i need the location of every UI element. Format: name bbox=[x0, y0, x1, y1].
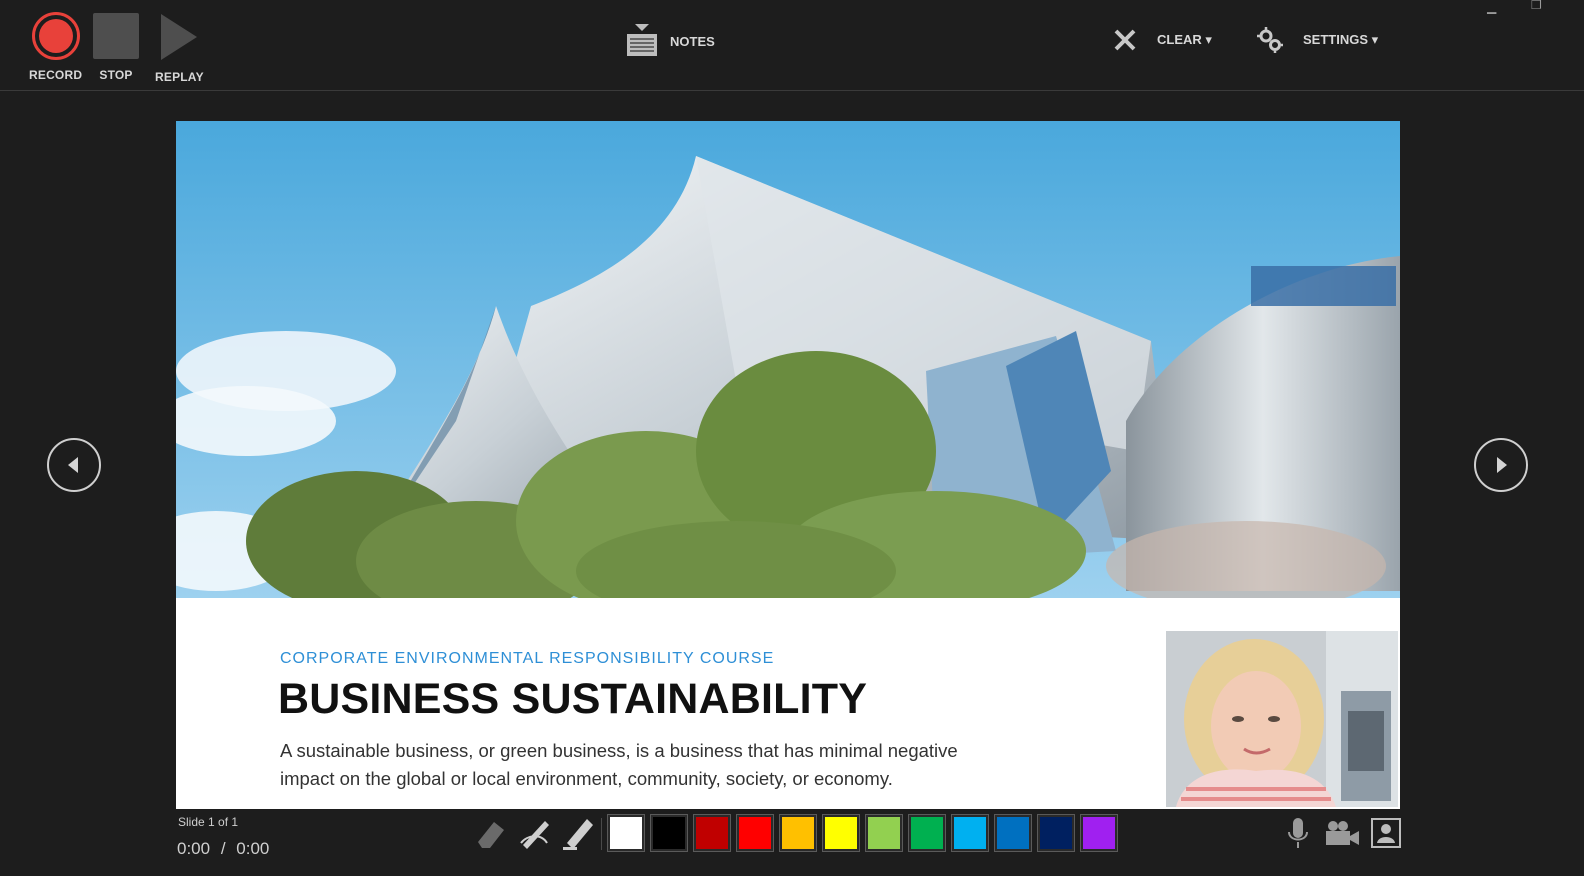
pen-button[interactable] bbox=[516, 814, 554, 852]
highlighter-button[interactable] bbox=[560, 814, 598, 852]
pen-color-swatch[interactable] bbox=[693, 814, 731, 852]
pen-color-swatch[interactable] bbox=[607, 814, 645, 852]
slide-photo-building bbox=[176, 121, 1400, 598]
pen-icon bbox=[520, 821, 549, 849]
replay-icon bbox=[161, 14, 198, 60]
slide-subtitle: CORPORATE ENVIRONMENTAL RESPONSIBILITY C… bbox=[280, 650, 775, 667]
eraser-button[interactable] bbox=[472, 814, 510, 852]
microphone-button[interactable] bbox=[1280, 814, 1316, 852]
total-time: 0:00 bbox=[236, 839, 270, 858]
pen-color-swatch[interactable] bbox=[1080, 814, 1118, 852]
pen-color-swatch[interactable] bbox=[779, 814, 817, 852]
highlighter-icon bbox=[563, 819, 593, 850]
microphone-icon bbox=[1288, 818, 1308, 848]
camera-button[interactable] bbox=[1324, 814, 1360, 852]
slide-body-text: A sustainable business, or green busines… bbox=[280, 740, 958, 789]
next-slide-button[interactable] bbox=[1474, 438, 1528, 492]
previous-slide-icon bbox=[68, 457, 78, 473]
clear-label: CLEAR ▾ bbox=[1157, 32, 1212, 47]
notes-button[interactable]: NOTES bbox=[626, 24, 715, 58]
previous-slide-button[interactable] bbox=[47, 438, 101, 492]
camera-preview bbox=[1166, 631, 1398, 807]
media-controls bbox=[1280, 814, 1404, 852]
settings-gear-icon bbox=[1257, 27, 1283, 53]
stop-label: STOP bbox=[99, 68, 133, 82]
pen-color-swatch[interactable] bbox=[951, 814, 989, 852]
toolbar-divider bbox=[601, 818, 602, 850]
pen-color-swatch[interactable] bbox=[1037, 814, 1075, 852]
replay-button[interactable]: REPLAY bbox=[155, 13, 204, 84]
recording-timer: 0:00 / 0:00 bbox=[177, 839, 269, 859]
record-icon bbox=[31, 12, 80, 60]
restore-icon[interactable]: ❐ bbox=[1531, 0, 1542, 12]
ink-tools bbox=[472, 814, 598, 852]
minimize-icon[interactable]: ▁ bbox=[1487, 0, 1496, 14]
camera-icon bbox=[1326, 821, 1359, 845]
stop-button[interactable]: STOP bbox=[93, 13, 139, 82]
settings-button[interactable]: SETTINGS ▾ bbox=[1257, 27, 1378, 53]
slide-counter: Slide 1 of 1 bbox=[178, 815, 239, 829]
pen-color-swatch[interactable] bbox=[650, 814, 688, 852]
pen-color-swatch[interactable] bbox=[908, 814, 946, 852]
notes-label: NOTES bbox=[670, 33, 715, 49]
pen-color-swatch[interactable] bbox=[736, 814, 774, 852]
stop-icon bbox=[93, 13, 139, 59]
camera-preview-icon bbox=[1371, 818, 1401, 848]
pen-color-swatch[interactable] bbox=[865, 814, 903, 852]
clear-button[interactable]: CLEAR ▾ bbox=[1113, 28, 1212, 52]
pen-color-swatches bbox=[607, 814, 1118, 852]
slide-canvas: CORPORATE ENVIRONMENTAL RESPONSIBILITY C… bbox=[176, 121, 1400, 809]
recording-toolbar: RECORD STOP REPLAY NOTES CLEAR ▾ SETTING… bbox=[0, 0, 1584, 91]
camera-preview-button[interactable] bbox=[1368, 814, 1404, 852]
record-button[interactable]: RECORD bbox=[29, 12, 82, 82]
time-separator: / bbox=[220, 839, 226, 858]
next-slide-icon bbox=[1497, 457, 1507, 473]
record-label: RECORD bbox=[29, 68, 83, 82]
slide-title: BUSINESS SUSTAINABILITY bbox=[278, 675, 868, 723]
eraser-icon bbox=[478, 822, 504, 848]
replay-label: REPLAY bbox=[155, 70, 204, 84]
notes-icon bbox=[627, 24, 657, 56]
settings-label: SETTINGS ▾ bbox=[1303, 32, 1379, 47]
pen-color-swatch[interactable] bbox=[822, 814, 860, 852]
pen-color-swatch[interactable] bbox=[994, 814, 1032, 852]
elapsed-time: 0:00 bbox=[177, 839, 211, 858]
clear-x-icon bbox=[1114, 29, 1136, 51]
